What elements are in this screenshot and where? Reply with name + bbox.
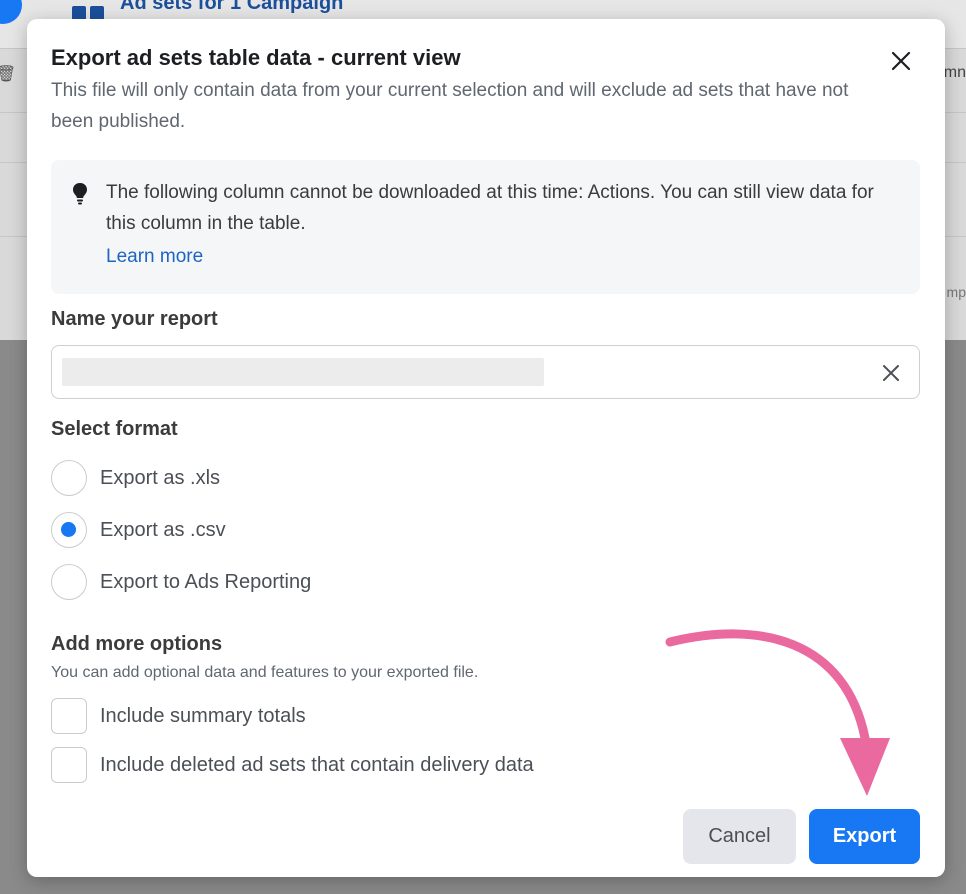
- notice-text: The following column cannot be downloade…: [106, 182, 874, 234]
- radio-xls[interactable]: [51, 460, 87, 496]
- clear-input-button[interactable]: [877, 359, 905, 387]
- format-option-xls[interactable]: Export as .xls: [51, 459, 220, 497]
- option-deleted-ad-sets[interactable]: Include deleted ad sets that contain del…: [51, 747, 534, 783]
- cancel-button[interactable]: Cancel: [683, 809, 796, 864]
- close-icon: [891, 51, 911, 71]
- checkbox-label-summary-totals: Include summary totals: [100, 704, 306, 727]
- info-notice: The following column cannot be downloade…: [51, 160, 920, 294]
- lightbulb-icon: [73, 183, 87, 205]
- format-option-csv[interactable]: Export as .csv: [51, 511, 226, 549]
- radio-label-xls: Export as .xls: [100, 466, 221, 489]
- option-summary-totals[interactable]: Include summary totals: [51, 698, 306, 734]
- export-button[interactable]: Export: [809, 809, 920, 864]
- checkbox-summary-totals[interactable]: [51, 698, 87, 734]
- campaign-icon: [72, 0, 106, 20]
- close-icon: [883, 365, 899, 381]
- background-cell-fragment: mp: [946, 284, 966, 300]
- radio-label-csv: Export as .csv: [100, 518, 226, 541]
- report-name-input[interactable]: [62, 358, 544, 386]
- radio-csv[interactable]: [51, 512, 87, 548]
- format-label: Select format: [51, 418, 178, 440]
- radio-ads-reporting[interactable]: [51, 564, 87, 600]
- report-name-label: Name your report: [51, 308, 218, 330]
- more-options-label: Add more options: [51, 633, 223, 655]
- more-options-helper: You can add optional data and features t…: [51, 664, 479, 681]
- radio-label-ads-reporting: Export to Ads Reporting: [100, 570, 312, 593]
- learn-more-link[interactable]: Learn more: [106, 246, 203, 268]
- trash-icon[interactable]: 🗑: [0, 64, 16, 84]
- checkbox-deleted-ad-sets[interactable]: [51, 747, 87, 783]
- dialog-subtitle: This file will only contain data from yo…: [51, 80, 849, 132]
- background-page-title: Ad sets for 1 Campaign: [120, 0, 344, 14]
- checkbox-label-deleted-ad-sets: Include deleted ad sets that contain del…: [100, 753, 534, 776]
- dialog-title: Export ad sets table data - current view: [51, 45, 461, 70]
- format-option-ads-reporting[interactable]: Export to Ads Reporting: [51, 563, 311, 601]
- background-column-fragment: mn: [943, 64, 966, 81]
- export-dialog: Export ad sets table data - current view…: [27, 19, 945, 877]
- close-button[interactable]: [883, 43, 919, 79]
- report-name-field[interactable]: [51, 345, 920, 399]
